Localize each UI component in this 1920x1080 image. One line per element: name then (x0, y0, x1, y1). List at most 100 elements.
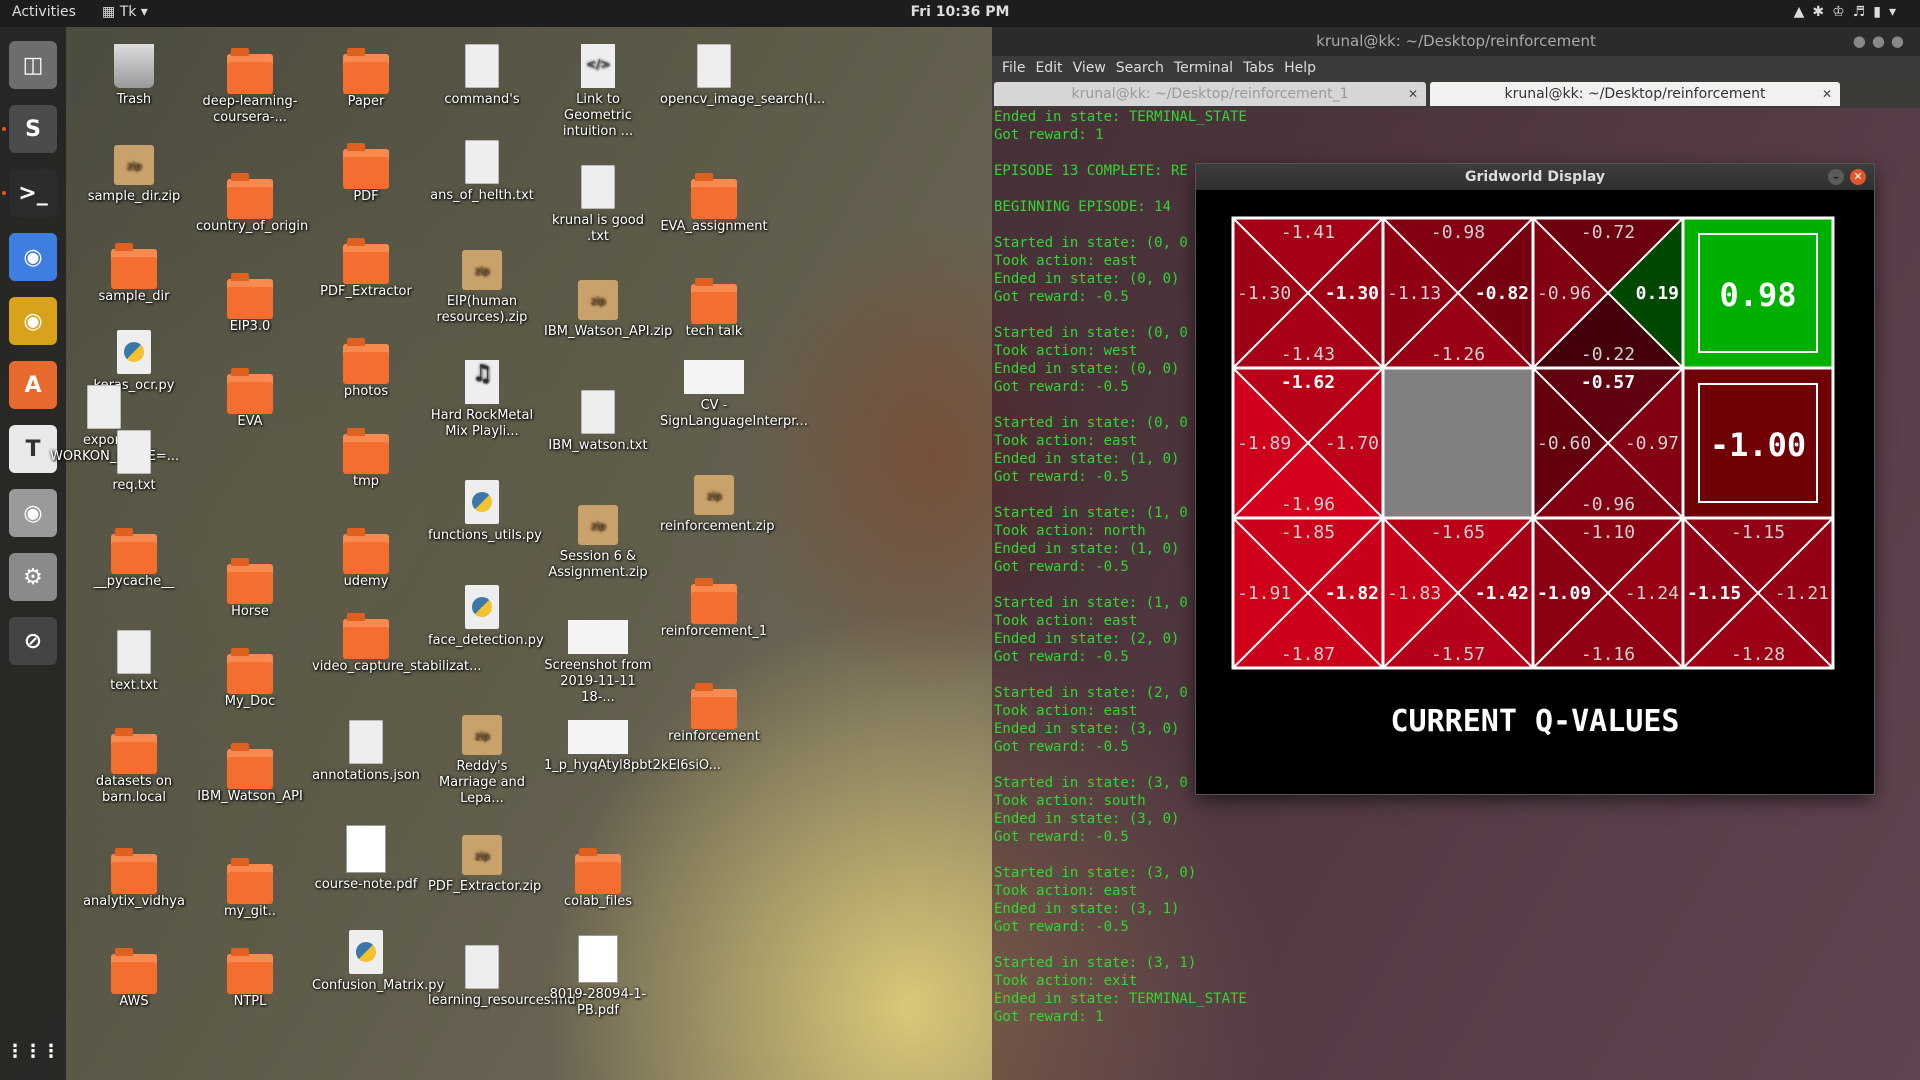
desktop-icon-label: sample_dir.zip (87, 189, 181, 204)
desktop-icon[interactable]: reinforcement_1 (660, 578, 768, 640)
desktop-icon[interactable]: PDF_Extractor (312, 238, 420, 300)
desktop-icon[interactable]: sample_dir.zip (80, 145, 188, 205)
desktop-icon[interactable]: PDF (312, 143, 420, 205)
menu-help[interactable]: Help (1284, 56, 1316, 80)
desktop-icon[interactable]: tmp (312, 428, 420, 490)
folder-icon (343, 338, 389, 384)
system-tray[interactable]: ▲✱♔♬▮▾ (1794, 4, 1904, 20)
dock-settings-launcher[interactable]: ⚙ (9, 553, 57, 601)
desktop-icon[interactable]: CV - SignLanguageInterpr... (660, 360, 808, 430)
terminal-tab[interactable]: krunal@kk: ~/Desktop/reinforcement_1 ✕ (994, 82, 1426, 106)
gridworld-titlebar[interactable]: Gridworld Display – ✕ (1196, 164, 1874, 190)
desktop-icon[interactable]: udemy (312, 528, 420, 590)
dock-sublime-text-launcher[interactable]: S (9, 105, 57, 153)
desktop-icon[interactable]: functions_utils.py (428, 480, 542, 544)
desktop-icon-label: Session 6 & Assignment.zip (548, 549, 648, 580)
desktop-icon[interactable]: IBM_watson.txt (544, 390, 652, 454)
desktop-icon[interactable]: deep-learning-coursera-... (196, 48, 304, 126)
desktop-icon-label: EVA_assignment (660, 219, 768, 234)
q-value-east: -1.24 (1625, 583, 1679, 604)
desktop-icon[interactable]: Screenshot from 2019-11-11 18-... (544, 620, 652, 706)
desktop-icon[interactable]: sample_dir (80, 243, 188, 305)
dock-files-launcher[interactable]: ◫ (9, 41, 57, 89)
desktop-icon-label: PDF (353, 189, 379, 204)
desktop-icon[interactable]: My_Doc (196, 648, 304, 710)
desktop-icon[interactable]: EIP3.0 (196, 273, 304, 335)
desktop-icon[interactable]: __pycache__ (80, 528, 188, 590)
desktop-icon[interactable]: opencv_image_search(I... (660, 44, 825, 108)
menu-view[interactable]: View (1073, 56, 1106, 80)
desktop-icon[interactable]: command's (428, 44, 536, 108)
desktop-icon[interactable]: EIP(human resources).zip (428, 250, 536, 326)
desktop-icon[interactable]: IBM_Watson_API.zip (544, 280, 672, 340)
desktop-icon[interactable]: 8019-28094-1-PB.pdf (544, 935, 652, 1019)
menu-search[interactable]: Search (1116, 56, 1164, 80)
menu-terminal[interactable]: Terminal (1174, 56, 1233, 80)
desktop-icon[interactable]: NTPL (196, 948, 304, 1010)
dock-screenshot-launcher[interactable]: ◉ (9, 489, 57, 537)
desktop-icon[interactable]: datasets on barn.local (80, 728, 188, 806)
desktop-icon[interactable]: photos (312, 338, 420, 400)
desktop-icon-label: AWS (119, 994, 149, 1009)
desktop-icon[interactable]: Trash (80, 44, 188, 108)
desktop-icon[interactable]: Horse (196, 558, 304, 620)
desktop-icon[interactable]: tech talk (660, 278, 768, 340)
desktop-icon[interactable]: req.txt (80, 430, 188, 494)
q-value-west: -1.15 (1687, 583, 1741, 604)
text-editor-icon: T (25, 436, 41, 462)
desktop-icon[interactable]: krunal is good .txt (544, 165, 652, 245)
desktop-icon[interactable]: course-note.pdf (312, 825, 420, 893)
desktop-icon[interactable]: reinforcement (660, 683, 768, 745)
close-tab-icon[interactable]: ✕ (1408, 82, 1418, 106)
terminal-tabs: krunal@kk: ~/Desktop/reinforcement_1 ✕ kru… (992, 80, 1920, 108)
desktop-icon[interactable]: ans_of_helth.txt (428, 140, 536, 204)
q-value-north: -1.65 (1431, 522, 1485, 543)
terminal-window-controls[interactable]: ●●● (1853, 27, 1910, 55)
desktop-icon[interactable]: Reddy's Marriage and Lepa... (428, 715, 536, 807)
minimize-button[interactable]: – (1828, 169, 1844, 185)
menu-file[interactable]: File (1002, 56, 1025, 80)
desktop-icon[interactable]: Link to Geometric intuition ... (544, 44, 652, 140)
desktop-icon[interactable]: EVA_assignment (660, 173, 768, 235)
desktop-icon-label: face_detection.py (428, 633, 544, 648)
terminal-line: Took action: east (994, 883, 1138, 899)
desktop-icon[interactable]: country_of_origin (196, 173, 308, 235)
desktop-icon[interactable]: analytix_vidhya (80, 848, 188, 910)
show-applications-button[interactable]: ⋮⋮⋮ (6, 1027, 60, 1075)
dock-rhythmbox-launcher[interactable]: ◉ (9, 297, 57, 345)
q-value-north: -1.85 (1281, 522, 1335, 543)
desktop-icon[interactable]: AWS (80, 948, 188, 1010)
dock-terminal-launcher[interactable]: >_ (9, 169, 57, 217)
desktop-icon[interactable]: video_capture_stabilizat... (312, 613, 481, 675)
desktop-icon[interactable]: Confusion_Matrix.py (312, 930, 444, 994)
desktop-icon-label: Confusion_Matrix.py (312, 978, 445, 993)
terminal-tab[interactable]: krunal@kk: ~/Desktop/reinforcement ✕ (1430, 82, 1840, 106)
clock[interactable]: Fri 10:36 PM (0, 4, 1920, 20)
desktop-icon[interactable]: face_detection.py (428, 585, 544, 649)
desktop-icon[interactable]: reinforcement.zip (660, 475, 774, 535)
dock-chrome-launcher[interactable]: ◉ (9, 233, 57, 281)
desktop-icon[interactable]: text.txt (80, 630, 188, 694)
desktop-icon[interactable]: my_git.. (196, 858, 304, 920)
menu-edit[interactable]: Edit (1035, 56, 1062, 80)
desktop-icon[interactable]: IBM_Watson_API (196, 743, 304, 805)
desktop-icon[interactable]: Session 6 & Assignment.zip (544, 505, 652, 581)
q-value-north: -0.98 (1431, 222, 1485, 243)
close-button[interactable]: ✕ (1850, 169, 1866, 185)
desktop-icon[interactable]: Hard RockMetal Mix Playli... (428, 360, 536, 440)
desktop-icon-label: IBM_watson.txt (548, 438, 648, 453)
terminal-titlebar[interactable]: krunal@kk: ~/Desktop/reinforcement ●●● (992, 27, 1920, 56)
close-tab-icon[interactable]: ✕ (1822, 82, 1832, 106)
desktop-icon[interactable]: Paper (312, 48, 420, 110)
folder-icon (691, 173, 737, 219)
desktop-icon[interactable]: colab_files (544, 848, 652, 910)
desktop-icon[interactable]: learning_resources.md (428, 945, 576, 1009)
menu-tabs[interactable]: Tabs (1243, 56, 1274, 80)
desktop-icon[interactable]: EVA (196, 368, 304, 430)
desktop-icon[interactable]: 1_p_hyqAtyl8pbt2kEl6siO... (544, 720, 721, 774)
no-entry-icon: ⊘ (23, 628, 43, 654)
q-value-south: -0.96 (1581, 494, 1635, 515)
desktop-icon[interactable]: PDF_Extractor.zip (428, 835, 541, 895)
desktop-icon[interactable]: annotations.json (312, 720, 420, 784)
dock-no-entry-launcher[interactable]: ⊘ (9, 617, 57, 665)
